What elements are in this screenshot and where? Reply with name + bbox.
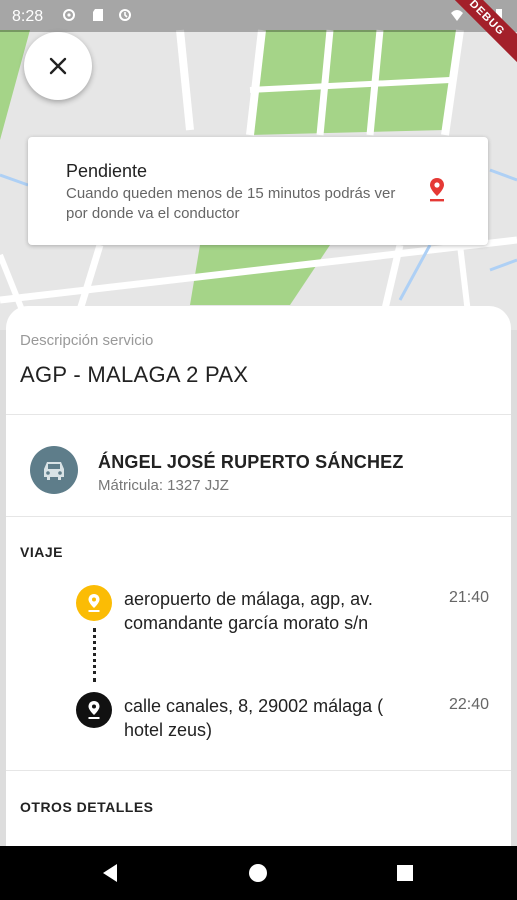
recents-button[interactable] <box>375 846 435 900</box>
location-pin-icon[interactable] <box>428 177 446 203</box>
home-button[interactable] <box>228 846 288 900</box>
pending-subtitle: Cuando queden menos de 15 minutos podrás… <box>66 185 396 222</box>
close-icon <box>49 57 67 75</box>
other-details-section-title: OTROS DETALLES <box>20 799 154 815</box>
home-icon <box>249 864 267 882</box>
system-nav-bar <box>0 846 517 900</box>
wifi-icon <box>451 10 463 21</box>
destination-address: calle canales, 8, 29002 málaga ( hotel z… <box>124 696 384 740</box>
service-description-value: AGP - MALAGA 2 PAX <box>20 362 249 387</box>
service-description-label: Descripción servicio <box>20 332 154 349</box>
divider <box>6 414 511 415</box>
trip-section-title: VIAJE <box>20 544 63 560</box>
sync-icon <box>119 9 131 21</box>
divider <box>6 770 511 771</box>
status-bar: 8:28 DEBUG <box>0 0 517 68</box>
back-button[interactable] <box>80 846 140 900</box>
driver-avatar <box>30 446 78 494</box>
location-pin-icon <box>88 594 100 612</box>
destination-stop-icon <box>76 692 112 728</box>
pending-title: Pendiente <box>66 161 148 181</box>
destination-time: 22:40 <box>448 696 489 713</box>
recents-icon <box>397 865 413 881</box>
settings-icon <box>63 9 75 21</box>
driver-name: ÁNGEL JOSÉ RUPERTO SÁNCHEZ <box>98 452 404 472</box>
car-icon <box>44 462 64 480</box>
origin-time: 21:40 <box>448 589 489 606</box>
service-details-sheet: Descripción servicio AGP - MALAGA 2 PAX … <box>6 306 511 866</box>
back-icon <box>103 864 117 882</box>
location-pin-icon <box>88 701 100 719</box>
origin-stop-icon <box>76 585 112 621</box>
divider <box>6 516 511 517</box>
sd-card-icon <box>93 9 103 21</box>
pending-status-card: Pendiente Cuando queden menos de 15 minu… <box>28 137 488 245</box>
close-button[interactable] <box>24 32 92 100</box>
status-time: 8:28 <box>12 8 44 25</box>
origin-address: aeropuerto de málaga, agp, av. comandant… <box>124 589 373 633</box>
driver-plate: Mátricula: 1327 JJZ <box>98 477 229 494</box>
route-connector <box>93 628 96 682</box>
